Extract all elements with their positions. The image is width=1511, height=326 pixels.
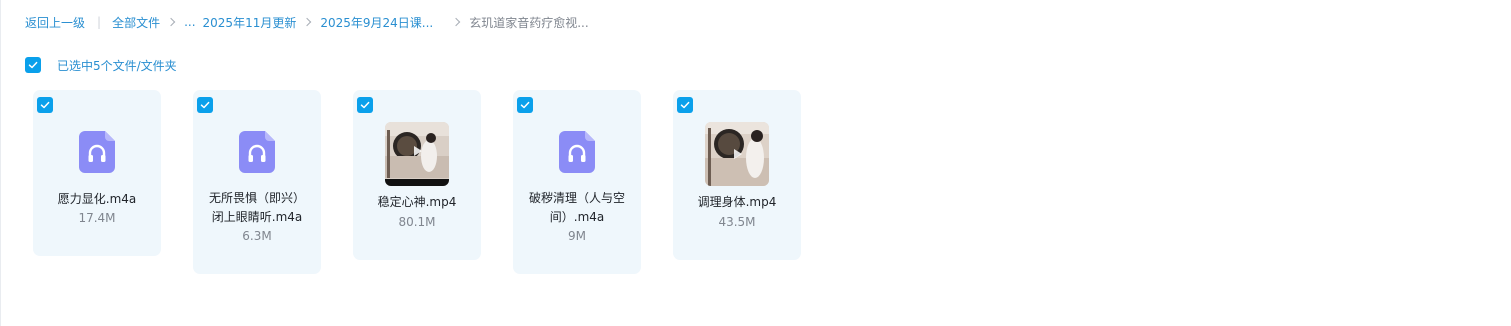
file-card[interactable]: 调理身体.mp4 43.5M (673, 90, 801, 260)
breadcrumb: 返回上一级 | 全部文件 ... 2025年11月更新 2025年9月24日课.… (25, 13, 589, 31)
file-checkbox[interactable] (197, 97, 213, 113)
file-size: 6.3M (242, 229, 272, 243)
breadcrumb-all-files[interactable]: 全部文件 (112, 14, 160, 31)
file-card[interactable]: 愿力显化.m4a 17.4M (33, 90, 161, 256)
file-checkbox[interactable] (357, 97, 373, 113)
breadcrumb-ellipsis[interactable]: ... (184, 15, 195, 29)
check-icon (360, 101, 370, 109)
selection-count: 已选中5个文件/文件夹 (57, 58, 177, 73)
audio-file-icon (79, 131, 115, 173)
file-size: 80.1M (398, 215, 436, 229)
chevron-right-icon (303, 17, 312, 27)
video-thumbnail (385, 122, 449, 186)
check-icon (200, 101, 210, 109)
breadcrumb-level2[interactable]: 2025年9月24日课... (320, 14, 433, 31)
file-checkbox[interactable] (677, 97, 693, 113)
chevron-right-icon (166, 17, 176, 27)
select-all-checkbox[interactable] (25, 57, 41, 73)
file-name: 愿力显化.m4a (57, 192, 137, 206)
audio-file-icon (559, 131, 595, 173)
file-size: 43.5M (718, 215, 756, 229)
selection-bar: 已选中5个文件/文件夹 (25, 57, 177, 73)
check-icon (680, 101, 690, 109)
file-name: 无所畏惧（即兴） 闭上眼睛听.m4a (208, 191, 305, 224)
breadcrumb-current: 玄玑道家音药疗愈视... (469, 15, 589, 30)
audio-file-icon (239, 131, 275, 173)
file-size: 9M (568, 229, 586, 243)
check-icon (520, 101, 530, 109)
file-card[interactable]: 破秽清理（人与空 间）.m4a 9M (513, 90, 641, 274)
chevron-right-icon (451, 17, 461, 27)
left-border (0, 0, 1, 326)
file-name: 稳定心神.mp4 (377, 195, 457, 209)
file-name: 破秽清理（人与空 间）.m4a (528, 191, 625, 224)
video-thumbnail (705, 122, 769, 186)
breadcrumb-divider: | (97, 15, 102, 29)
file-checkbox[interactable] (517, 97, 533, 113)
file-card[interactable]: 稳定心神.mp4 80.1M (353, 90, 481, 260)
back-link[interactable]: 返回上一级 (25, 14, 85, 31)
check-icon (40, 101, 50, 109)
check-icon (28, 61, 38, 69)
file-name: 调理身体.mp4 (697, 195, 777, 209)
file-card[interactable]: 无所畏惧（即兴） 闭上眼睛听.m4a 6.3M (193, 90, 321, 274)
file-size: 17.4M (78, 211, 116, 225)
file-checkbox[interactable] (37, 97, 53, 113)
breadcrumb-level1[interactable]: 2025年11月更新 (203, 14, 297, 31)
